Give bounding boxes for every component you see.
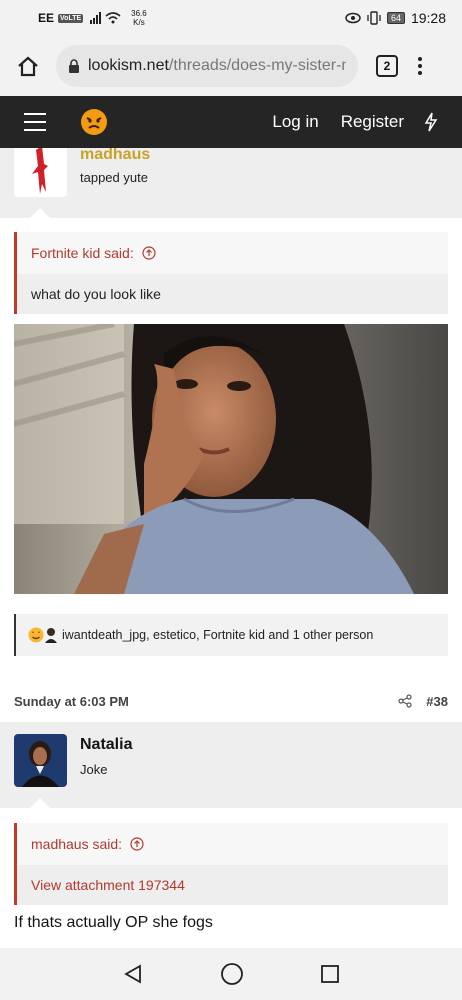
login-link[interactable]: Log in bbox=[272, 112, 318, 132]
jump-up-icon[interactable] bbox=[142, 246, 156, 260]
post-body: If thats actually OP she fogs bbox=[14, 914, 213, 931]
volte-badge: VoLTE bbox=[58, 13, 84, 23]
user-title: Joke bbox=[80, 762, 108, 777]
eye-icon bbox=[345, 12, 361, 24]
status-bar: EE VoLTE 36.6 K/s 64 19:28 bbox=[0, 0, 462, 36]
reactions-bar[interactable]: iwantdeath_jpg, estetico, Fortnite kid a… bbox=[14, 614, 448, 656]
quote-block: Fortnite kid said: what do you look like bbox=[14, 232, 448, 314]
system-nav-bar bbox=[0, 948, 462, 1000]
username[interactable]: Natalia bbox=[80, 736, 132, 754]
clock: 19:28 bbox=[410, 10, 446, 26]
quote-text: what do you look like bbox=[17, 274, 448, 314]
register-link[interactable]: Register bbox=[341, 112, 404, 132]
address-bar[interactable]: lookism.net/threads/does-my-sister-mo bbox=[56, 45, 358, 87]
bolt-icon[interactable] bbox=[424, 112, 438, 132]
url-domain: lookism.net bbox=[88, 57, 169, 74]
user-reaction-icon bbox=[45, 628, 57, 643]
post-user-block: Natalia Joke bbox=[0, 722, 462, 808]
quote-block: madhaus said: View attachment 197344 bbox=[14, 823, 448, 905]
attachment-link[interactable]: View attachment 197344 bbox=[17, 865, 448, 905]
battery-icon: 64 bbox=[386, 12, 405, 24]
network-speed: 36.6 K/s bbox=[131, 9, 147, 27]
browser-toolbar: lookism.net/threads/does-my-sister-mo 2 bbox=[0, 36, 462, 96]
post-number[interactable]: #38 bbox=[426, 694, 448, 709]
username[interactable]: madhaus bbox=[80, 148, 150, 164]
site-logo[interactable] bbox=[80, 108, 108, 136]
avatar[interactable] bbox=[14, 734, 67, 787]
notch bbox=[30, 208, 50, 218]
star-eyes-emoji-icon bbox=[28, 627, 44, 643]
browser-menu-button[interactable] bbox=[418, 57, 422, 75]
speed-unit: K/s bbox=[133, 18, 145, 27]
site-header: Log in Register bbox=[0, 96, 462, 148]
carrier-label: EE bbox=[38, 11, 55, 25]
reactions-text[interactable]: iwantdeath_jpg, estetico, Fortnite kid a… bbox=[62, 628, 373, 642]
hamburger-menu-icon[interactable] bbox=[24, 113, 46, 131]
speed-value: 36.6 bbox=[131, 9, 147, 18]
avatar[interactable] bbox=[14, 148, 67, 197]
wifi-icon bbox=[105, 12, 121, 24]
user-title: tapped yute bbox=[80, 170, 148, 185]
home-button[interactable] bbox=[12, 50, 44, 82]
tab-switcher-button[interactable]: 2 bbox=[376, 55, 398, 77]
thread-content: madhaus tapped yute Fortnite kid said: w… bbox=[0, 148, 462, 948]
quote-author[interactable]: Fortnite kid said: bbox=[31, 245, 134, 261]
notch bbox=[30, 798, 50, 808]
home-circle-icon[interactable] bbox=[220, 962, 244, 986]
post-user-block: madhaus tapped yute bbox=[0, 148, 462, 218]
signal-icon bbox=[90, 12, 102, 24]
post-date[interactable]: Sunday at 6:03 PM bbox=[14, 694, 129, 709]
quote-author[interactable]: madhaus said: bbox=[31, 836, 122, 852]
quote-header[interactable]: Fortnite kid said: bbox=[17, 232, 448, 274]
post-meta: Sunday at 6:03 PM #38 bbox=[0, 680, 462, 722]
reaction-icons bbox=[28, 627, 58, 643]
back-icon[interactable] bbox=[122, 963, 144, 985]
url-text: lookism.net/threads/does-my-sister-mo bbox=[88, 57, 346, 75]
jump-up-icon[interactable] bbox=[130, 837, 144, 851]
home-icon bbox=[18, 56, 38, 77]
post-image[interactable] bbox=[14, 324, 448, 594]
url-path: /threads/does-my-sister-mo bbox=[168, 57, 346, 74]
quote-header[interactable]: madhaus said: bbox=[17, 823, 448, 865]
vibrate-icon bbox=[367, 11, 381, 25]
lock-icon bbox=[68, 58, 80, 74]
recents-icon[interactable] bbox=[320, 964, 340, 984]
share-icon[interactable] bbox=[398, 694, 412, 708]
